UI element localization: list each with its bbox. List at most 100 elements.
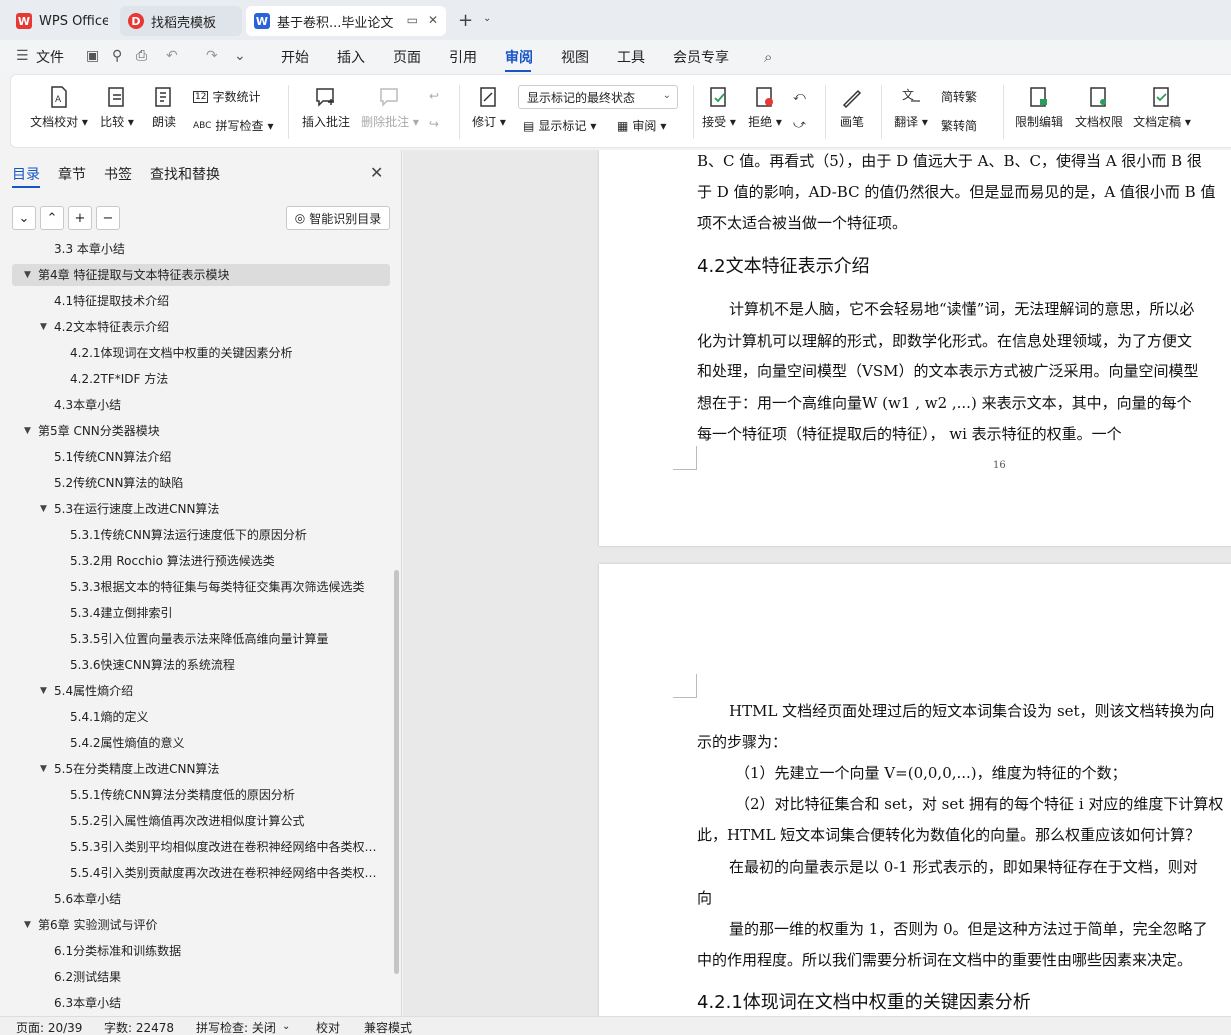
pen-button[interactable]: 画笔 xyxy=(835,85,869,130)
doc-finalize-button[interactable]: 文档定稿 ▾ xyxy=(1131,85,1193,130)
toc-item[interactable]: 6.2测试结果 xyxy=(54,966,121,988)
toc-item[interactable]: 3.3 本章小结 xyxy=(54,240,125,260)
show-markup-button[interactable]: ▤ 显示标记 ▾ xyxy=(523,117,596,134)
toc-item[interactable]: 5.5.1传统CNN算法分类精度低的原因分析 xyxy=(70,784,295,806)
remove-heading-button[interactable]: − xyxy=(96,206,120,230)
to-simplified-button[interactable]: 繁转简 xyxy=(941,117,977,134)
to-traditional-button[interactable]: 简转繁 xyxy=(941,88,977,105)
toc-item[interactable]: 第4章 特征提取与文本特征表示模块 xyxy=(38,264,229,286)
restrict-edit-button[interactable]: 限制编辑 xyxy=(1013,85,1065,130)
toc-item[interactable]: 5.3.5引入位置向量表示法来降低高维向量计算量 xyxy=(70,628,329,650)
toc-expand-arrow-icon[interactable]: ▼ xyxy=(40,498,47,520)
toc-item[interactable]: 5.3.6快速CNN算法的系统流程 xyxy=(70,654,235,676)
delete-comment-button[interactable]: 删除批注 ▾ xyxy=(361,85,419,130)
toc-item[interactable]: 5.6本章小结 xyxy=(54,888,121,910)
expand-down-button[interactable]: ⌄ xyxy=(12,206,36,230)
doc-proof-button[interactable]: A 文档校对 ▾ xyxy=(29,85,89,130)
new-tab-button[interactable]: + xyxy=(458,10,473,31)
window-restore-icon[interactable]: ▭ xyxy=(407,13,418,27)
undo-icon[interactable]: ↶ xyxy=(166,48,178,64)
toc-item[interactable]: 5.4.2属性熵值的意义 xyxy=(70,732,185,754)
menu-view[interactable]: 视图 xyxy=(561,47,589,67)
next-comment-icon[interactable]: ↪ xyxy=(429,117,439,131)
menu-tools[interactable]: 工具 xyxy=(617,47,645,67)
toc-expand-arrow-icon[interactable]: ▼ xyxy=(40,758,47,780)
tab-wps-office[interactable]: W WPS Office xyxy=(8,6,116,36)
chevron-down-icon[interactable]: ⌄ xyxy=(282,1021,290,1032)
toc-item[interactable]: 4.2.1体现词在文档中权重的关键因素分析 xyxy=(70,342,293,364)
proof-status[interactable]: 校对 xyxy=(316,1019,340,1035)
toc-item[interactable]: 5.1传统CNN算法介绍 xyxy=(54,446,171,468)
toc-item[interactable]: 5.5.4引入类别贡献度再次改进在卷积神经网络中各类权重的方法 xyxy=(70,862,388,884)
toc-item[interactable]: 5.5在分类精度上改进CNN算法 xyxy=(54,758,219,780)
toc-item[interactable]: 5.2传统CNN算法的缺陷 xyxy=(54,472,183,494)
collapse-up-button[interactable]: ⌃ xyxy=(40,206,64,230)
toc-item[interactable]: 5.5.3引入类别平均相似度改进在卷积神经网络中各类权重的方法 xyxy=(70,836,388,858)
menu-file[interactable]: 文件 xyxy=(36,47,64,67)
reject-button[interactable]: 拒绝 ▾ xyxy=(745,85,785,130)
toc-expand-arrow-icon[interactable]: ▼ xyxy=(40,316,47,338)
close-icon[interactable]: ✕ xyxy=(370,163,383,182)
toc-expand-arrow-icon[interactable]: ▼ xyxy=(40,680,47,702)
doc-permission-button[interactable]: 文档权限 xyxy=(1073,85,1125,130)
menu-start[interactable]: 开始 xyxy=(281,47,309,67)
toc-item[interactable]: 第5章 CNN分类器模块 xyxy=(38,420,160,442)
tab-sections[interactable]: 章节 xyxy=(58,164,86,184)
compare-button[interactable]: 比较 ▾ xyxy=(97,85,137,130)
menu-insert[interactable]: 插入 xyxy=(337,47,365,67)
share-icon[interactable]: ⚲ xyxy=(112,48,122,64)
toc-expand-arrow-icon[interactable]: ▼ xyxy=(24,420,31,442)
toc-item[interactable]: 5.4.1熵的定义 xyxy=(70,706,149,728)
toc-item[interactable]: 5.3.1传统CNN算法运行速度低下的原因分析 xyxy=(70,524,307,546)
markup-state-select[interactable]: 显示标记的最终状态 ⌄ xyxy=(518,85,678,109)
menu-member[interactable]: 会员专享 xyxy=(673,47,729,67)
toc-item[interactable]: 6.3本章小结 xyxy=(54,992,121,1014)
toc-scrollbar[interactable] xyxy=(394,570,399,974)
next-revision-icon[interactable]: ⤻ xyxy=(793,117,806,132)
tab-toc[interactable]: 目录 xyxy=(12,164,40,184)
insert-comment-button[interactable]: 插入批注 xyxy=(301,85,351,130)
review-pane-button[interactable]: ▦ 审阅 ▾ xyxy=(617,117,666,134)
tab-document[interactable]: W 基于卷积...毕业论文 ▭ ✕ xyxy=(246,6,446,36)
page-indicator[interactable]: 页面: 20/39 xyxy=(16,1019,82,1035)
spell-check-button[interactable]: ABC 拼写检查 ▾ xyxy=(193,117,274,134)
save-icon[interactable]: ▣ xyxy=(86,48,99,64)
translate-button[interactable]: 文 翻译 ▾ xyxy=(891,85,931,130)
hamburger-menu-icon[interactable]: ☰ xyxy=(16,48,29,64)
menu-reference[interactable]: 引用 xyxy=(449,47,477,67)
tab-bookmarks[interactable]: 书签 xyxy=(104,164,132,184)
redo-icon[interactable]: ↷ xyxy=(206,48,218,64)
tab-find-replace[interactable]: 查找和替换 xyxy=(150,164,220,184)
word-count-indicator[interactable]: 字数: 22478 xyxy=(104,1019,174,1035)
prev-revision-icon[interactable]: ⤺ xyxy=(793,89,806,104)
toc-item[interactable]: 5.3.2用 Rocchio 算法进行预选候选类 xyxy=(70,550,275,572)
toc-expand-arrow-icon[interactable]: ▼ xyxy=(24,914,31,936)
toc-item[interactable]: 5.4属性熵介绍 xyxy=(54,680,133,702)
toc-item[interactable]: 5.3在运行速度上改进CNN算法 xyxy=(54,498,219,520)
menu-review[interactable]: 审阅 xyxy=(505,47,533,67)
toc-item[interactable]: 4.2.2TF*IDF 方法 xyxy=(70,368,168,390)
toc-item[interactable]: 5.3.4建立倒排索引 xyxy=(70,602,173,624)
accept-button[interactable]: 接受 ▾ xyxy=(699,85,739,130)
prev-comment-icon[interactable]: ↩ xyxy=(429,89,439,103)
toc-item[interactable]: 4.2文本特征表示介绍 xyxy=(54,316,169,338)
toc-item[interactable]: 5.5.2引入属性熵值再次改进相似度计算公式 xyxy=(70,810,305,832)
toc-item[interactable]: 4.3本章小结 xyxy=(54,394,121,416)
smart-toc-button[interactable]: ◎ 智能识别目录 xyxy=(286,206,390,230)
toc-item[interactable]: 5.3.3根据文本的特征集与每类特征交集再次筛选候选类 xyxy=(70,576,365,598)
toc-item[interactable]: 第6章 实验测试与评价 xyxy=(38,914,157,936)
spell-check-status[interactable]: 拼写检查: 关闭 xyxy=(196,1019,276,1035)
search-icon[interactable]: ⌕ xyxy=(764,48,772,66)
chevron-down-icon[interactable]: ⌄ xyxy=(483,13,491,24)
print-preview-icon[interactable]: ⎙ xyxy=(136,48,147,64)
toc-item[interactable]: 6.1分类标准和训练数据 xyxy=(54,940,181,962)
word-count-button[interactable]: 12 字数统计 xyxy=(193,88,260,105)
menu-page[interactable]: 页面 xyxy=(393,47,421,67)
close-tab-icon[interactable]: ✕ xyxy=(428,13,438,27)
add-heading-button[interactable]: + xyxy=(68,206,92,230)
toc-expand-arrow-icon[interactable]: ▼ xyxy=(24,264,31,286)
revise-button[interactable]: 修订 ▾ xyxy=(469,85,509,130)
read-aloud-button[interactable]: 朗读 xyxy=(147,85,181,130)
tab-docer-templates[interactable]: D 找稻壳模板 xyxy=(120,6,242,36)
toc-item[interactable]: 4.1特征提取技术介绍 xyxy=(54,290,169,312)
